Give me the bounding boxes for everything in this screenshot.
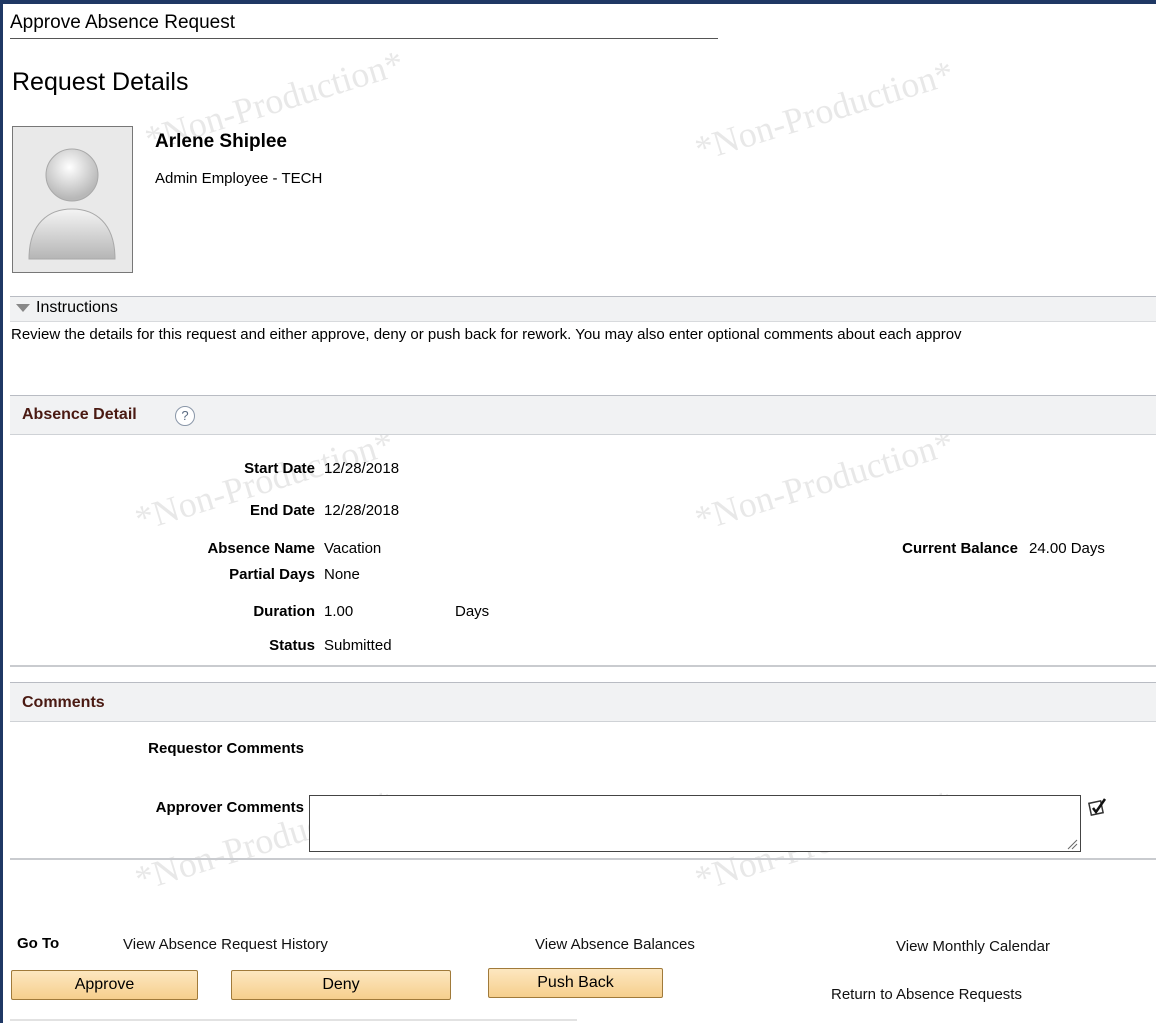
absence-detail-title: Absence Detail <box>22 406 137 423</box>
watermark: *Non-Production* <box>690 422 959 540</box>
instructions-header[interactable] <box>10 296 1156 322</box>
person-silhouette-icon <box>13 127 132 272</box>
absence-name-label: Absence Name <box>207 540 315 557</box>
employee-name: Arlene Shiplee <box>155 131 287 152</box>
deny-button[interactable]: Deny <box>231 970 451 1000</box>
view-absence-balances-link[interactable]: View Absence Balances <box>535 936 695 953</box>
resize-grip-icon[interactable] <box>1066 838 1078 850</box>
approve-button[interactable]: Approve <box>11 970 198 1000</box>
requestor-comments-label: Requestor Comments <box>148 740 304 757</box>
section-divider <box>10 858 1156 860</box>
window-frame-top <box>0 0 1156 4</box>
section-divider <box>10 665 1156 667</box>
comments-header <box>10 682 1156 722</box>
absence-name-value: Vacation <box>324 540 382 557</box>
page-title: Request Details <box>12 68 189 96</box>
footer-divider <box>10 1019 577 1021</box>
approver-comments-label: Approver Comments <box>155 799 304 816</box>
view-absence-request-history-link[interactable]: View Absence Request History <box>123 936 328 953</box>
page-header: Approve Absence Request <box>10 12 235 33</box>
header-divider <box>10 38 718 39</box>
go-to-label: Go To <box>17 935 60 952</box>
duration-label: Duration <box>253 603 315 620</box>
employee-avatar <box>12 126 133 273</box>
watermark: *Non-Production* <box>130 422 399 540</box>
comments-title: Comments <box>22 694 105 711</box>
approver-comments-textarea[interactable] <box>309 795 1081 852</box>
status-value: Submitted <box>324 637 392 654</box>
instructions-label[interactable]: Instructions <box>36 299 118 317</box>
spell-check-icon[interactable] <box>1087 796 1109 818</box>
return-to-absence-requests-link[interactable]: Return to Absence Requests <box>831 986 1022 1003</box>
duration-unit: Days <box>455 603 490 620</box>
end-date-value: 12/28/2018 <box>324 502 400 519</box>
window-frame-left <box>0 0 3 1023</box>
push-back-button[interactable]: Push Back <box>488 968 663 998</box>
watermark: *Non-Production* <box>690 52 959 170</box>
end-date-label: End Date <box>249 502 315 519</box>
instructions-text: Review the details for this request and … <box>11 326 962 343</box>
view-monthly-calendar-link[interactable]: View Monthly Calendar <box>896 938 1050 955</box>
duration-value: 1.00 <box>324 603 354 620</box>
partial-days-value: None <box>324 566 360 583</box>
help-icon[interactable]: ? <box>175 406 195 426</box>
start-date-value: 12/28/2018 <box>324 460 400 477</box>
current-balance-value: 24.00 Days <box>1029 540 1105 557</box>
current-balance-label: Current Balance <box>902 540 1018 557</box>
status-label: Status <box>269 637 315 654</box>
collapse-triangle-icon[interactable] <box>16 304 30 312</box>
partial-days-label: Partial Days <box>229 566 315 583</box>
start-date-label: Start Date <box>244 460 315 477</box>
employee-title: Admin Employee - TECH <box>155 170 323 187</box>
